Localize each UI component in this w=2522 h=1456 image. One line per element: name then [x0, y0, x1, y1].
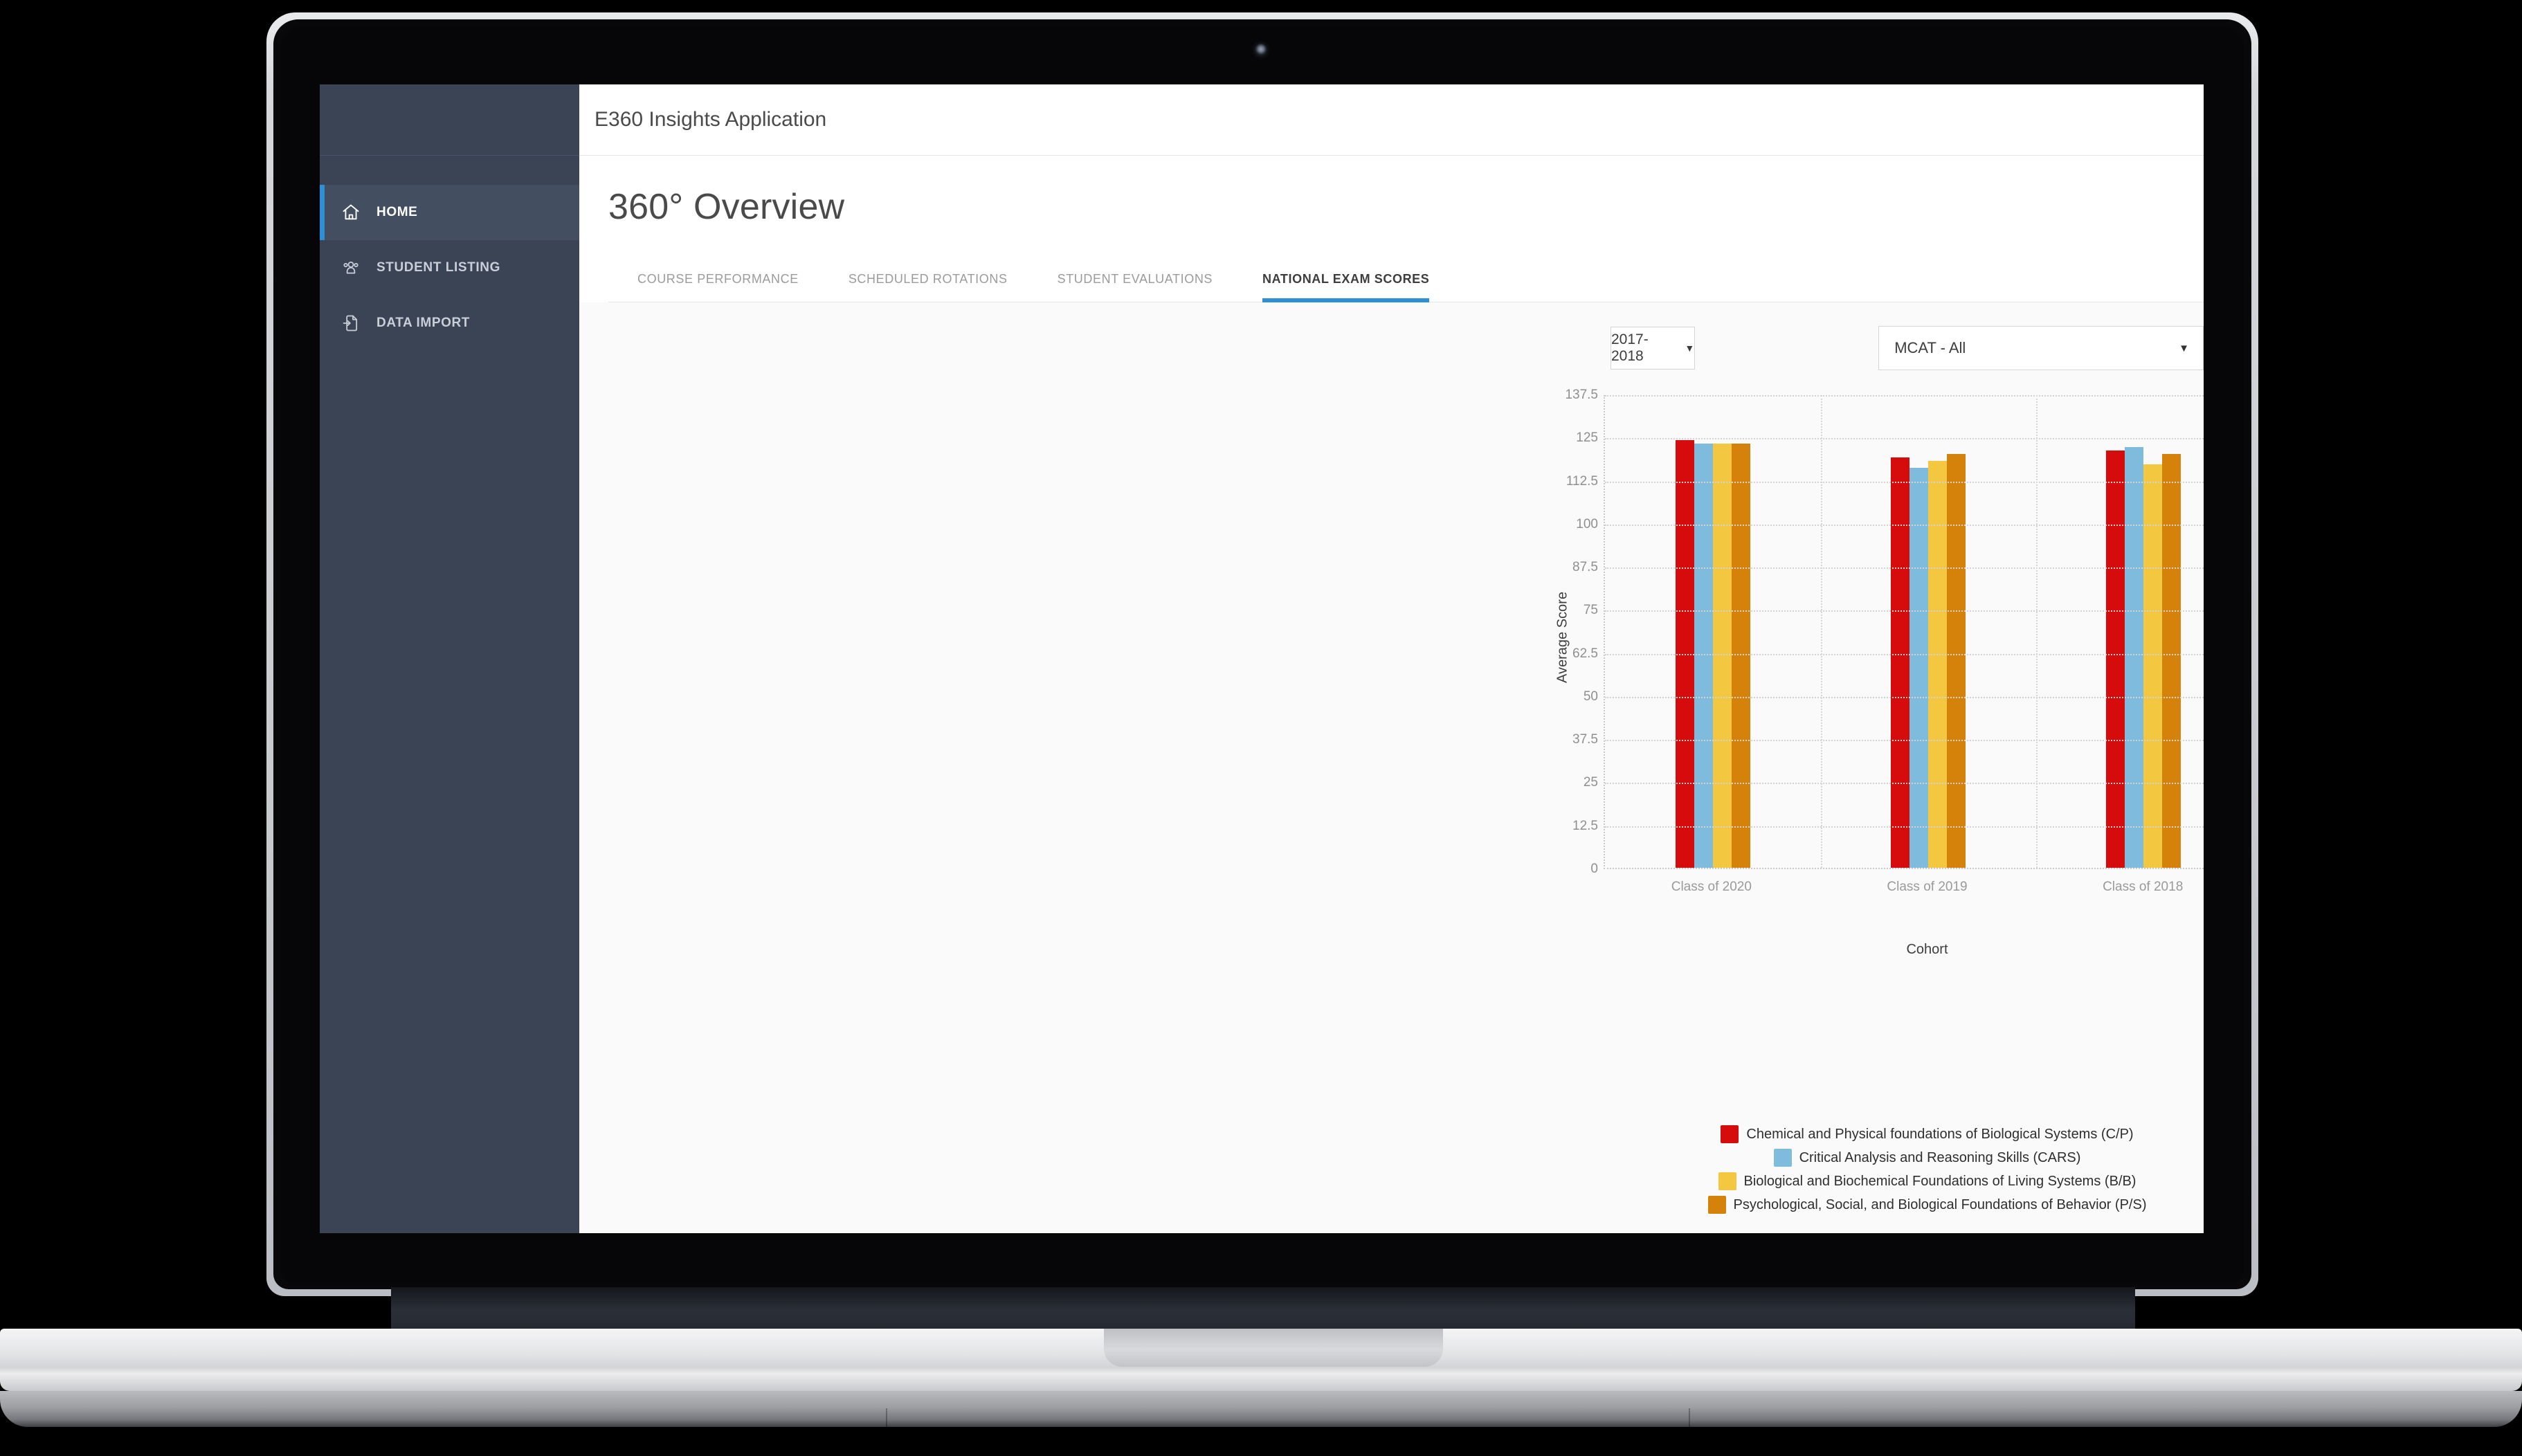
sidebar-item-home[interactable]: HOME — [320, 185, 579, 240]
top-bar: E360 Insights Application — [579, 84, 2204, 156]
gridline — [1605, 696, 2204, 698]
x-axis-tick-label: Class of 2020 — [1671, 880, 1752, 894]
gridline — [1605, 395, 2204, 397]
browser-viewport: HOME STUDENT LISTING DATA IMPORT E360 In… — [320, 84, 2204, 1233]
application-root: HOME STUDENT LISTING DATA IMPORT E360 In… — [320, 84, 2204, 1233]
y-axis-tick-label: 137.5 — [1565, 388, 1598, 402]
base-shadow — [0, 1427, 2522, 1456]
y-axis-ticks: 137.5 125 112.5 100 87.5 75 62.5 50 37.5 25 12.5 0 — [1543, 388, 1598, 876]
chart-container: Average Score 137.5 125 112.5 100 87.5 75 62.5… — [579, 388, 2204, 1214]
gridline — [1605, 740, 2204, 742]
plot-area — [1604, 395, 2204, 869]
x-axis-tick-label: Class of 2018 — [2103, 880, 2184, 894]
sidebar-item-label: STUDENT LISTING — [377, 260, 500, 275]
x-axis-tick-labels: Class of 2020 Class of 2019 Class of 2018 — [1604, 880, 2204, 895]
bar[interactable] — [1694, 444, 1713, 868]
y-axis-tick-label: 12.5 — [1572, 818, 1598, 833]
y-axis-tick-label: 62.5 — [1572, 646, 1598, 661]
legend-label: Chemical and Physical foundations of Bio… — [1746, 1126, 2134, 1142]
legend-item[interactable]: Chemical and Physical foundations of Bio… — [1721, 1125, 2134, 1143]
tab-student-evaluations[interactable]: STUDENT EVALUATIONS — [1058, 272, 1213, 302]
x-axis-tick-label: Class of 2019 — [1887, 880, 1968, 894]
bar[interactable] — [2161, 454, 2181, 868]
filters-row: 2017-2018 ▼ MCAT - All ▼ — [579, 302, 2204, 370]
y-axis-tick-label: 75 — [1583, 603, 1598, 618]
chevron-down-icon: ▼ — [2179, 342, 2189, 354]
bar[interactable] — [1890, 457, 1909, 868]
sidebar: HOME STUDENT LISTING DATA IMPORT — [320, 84, 579, 1233]
gridline — [1605, 438, 2204, 440]
bar[interactable] — [2124, 447, 2143, 868]
group-divider — [1820, 395, 1822, 868]
gridline — [1605, 826, 2204, 828]
tab-panel-national-exam-scores: 2017-2018 ▼ MCAT - All ▼ Average Score 1… — [579, 302, 2204, 1233]
bar-group — [1820, 395, 2035, 868]
bar-chart: Average Score 137.5 125 112.5 100 87.5 75 62.5… — [1554, 388, 2204, 957]
laptop-base-notch — [1104, 1329, 1443, 1367]
legend-swatch — [1707, 1196, 1726, 1214]
bar[interactable] — [1909, 468, 1928, 868]
academic-year-select[interactable]: 2017-2018 ▼ — [1611, 327, 1696, 370]
tab-bar: COURSE PERFORMANCE SCHEDULED ROTATIONS S… — [608, 253, 2204, 302]
x-axis-title: Cohort — [1906, 942, 1948, 957]
people-icon — [339, 256, 363, 280]
gridline — [1605, 653, 2204, 655]
legend-label: Psychological, Social, and Biological Fo… — [1733, 1196, 2147, 1212]
bar[interactable] — [1731, 444, 1750, 868]
chart-legend: Chemical and Physical foundations of Bio… — [1604, 1125, 2204, 1219]
y-axis-tick-label: 100 — [1576, 516, 1598, 531]
legend-item[interactable]: Critical Analysis and Reasoning Skills (… — [1773, 1149, 2081, 1167]
y-axis-tick-label: 125 — [1576, 430, 1598, 446]
legend-label: Biological and Biochemical Foundations o… — [1743, 1173, 2137, 1189]
gridline — [1605, 481, 2204, 483]
main-content: E360 Insights Application 360° Overview … — [579, 84, 2204, 1233]
bar[interactable] — [1712, 444, 1732, 868]
page-title: 360° Overview — [608, 187, 845, 227]
sidebar-brand-area — [320, 84, 579, 156]
y-axis-tick-label: 112.5 — [1566, 473, 1598, 489]
page-header: 360° Overview COURSE PERFORMANCE SCHEDUL… — [579, 156, 2204, 302]
gridline — [1605, 610, 2204, 612]
laptop-base-lip — [0, 1391, 2522, 1427]
bar[interactable] — [1946, 454, 1966, 868]
bar-group — [2035, 395, 2204, 868]
sidebar-item-label: HOME — [377, 205, 418, 219]
y-axis-tick-label: 0 — [1590, 862, 1598, 876]
tab-course-performance[interactable]: COURSE PERFORMANCE — [637, 272, 799, 302]
sidebar-item-student-listing[interactable]: STUDENT LISTING — [320, 240, 579, 295]
sidebar-item-data-import[interactable]: DATA IMPORT — [320, 295, 579, 351]
y-axis-tick-label: 37.5 — [1572, 732, 1598, 747]
bar[interactable] — [1927, 461, 1947, 868]
legend-swatch — [1773, 1149, 1792, 1167]
exam-type-select[interactable]: MCAT - All ▼ — [1878, 326, 2204, 370]
sidebar-item-label: DATA IMPORT — [377, 316, 471, 330]
tab-national-exam-scores[interactable]: NATIONAL EXAM SCORES — [1262, 272, 1430, 302]
bar-groups — [1605, 395, 2204, 868]
bar[interactable] — [2105, 451, 2125, 868]
group-divider — [2036, 395, 2038, 868]
gridline — [1605, 524, 2204, 526]
gridline — [1605, 567, 2204, 570]
y-axis-tick-label: 87.5 — [1572, 560, 1598, 575]
legend-label: Critical Analysis and Reasoning Skills (… — [1799, 1149, 2081, 1165]
webcam-icon — [1255, 44, 1267, 56]
legend-swatch — [1718, 1172, 1736, 1190]
legend-item[interactable]: Psychological, Social, and Biological Fo… — [1707, 1196, 2147, 1214]
screenshot-stage: HOME STUDENT LISTING DATA IMPORT E360 In… — [0, 0, 2522, 1456]
legend-item[interactable]: Biological and Biochemical Foundations o… — [1718, 1172, 2137, 1190]
app-title: E360 Insights Application — [595, 108, 827, 131]
bar-group — [1605, 395, 1820, 868]
chevron-down-icon: ▼ — [1685, 343, 1695, 354]
gridline — [1605, 783, 2204, 785]
exam-type-value: MCAT - All — [1894, 339, 1966, 356]
home-icon — [339, 201, 363, 224]
academic-year-value: 2017-2018 — [1611, 331, 1649, 364]
y-axis-tick-label: 25 — [1583, 775, 1598, 790]
tab-scheduled-rotations[interactable]: SCHEDULED ROTATIONS — [849, 272, 1008, 302]
file-import-icon — [339, 311, 363, 335]
y-axis-tick-label: 50 — [1583, 689, 1598, 704]
legend-swatch — [1721, 1125, 1739, 1143]
